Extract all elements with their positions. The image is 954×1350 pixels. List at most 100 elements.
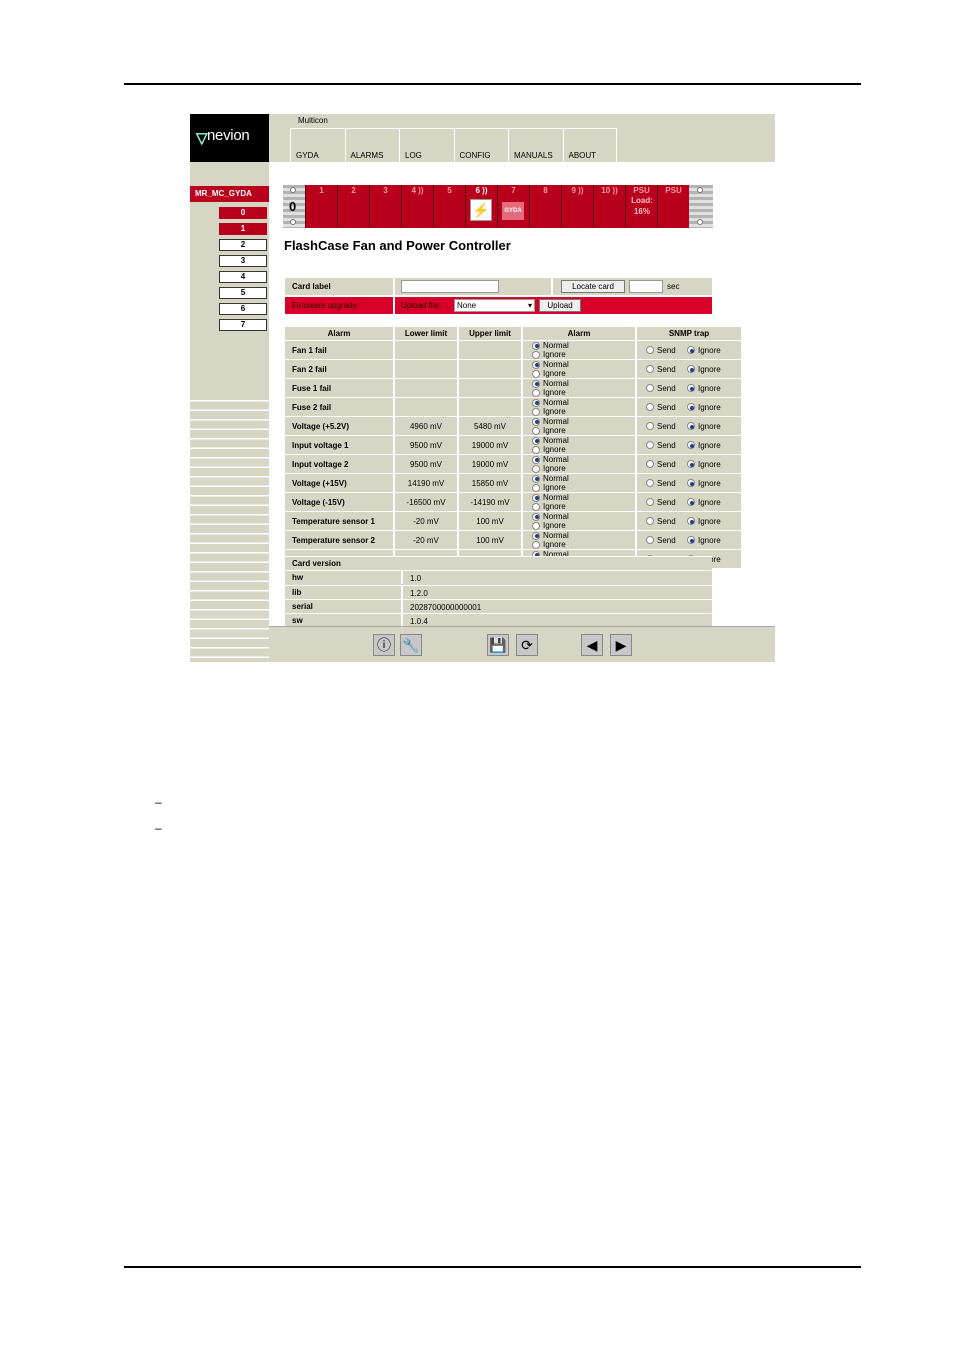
alarm-normal-option[interactable]: Normal <box>523 436 580 445</box>
alarm-ignore-option[interactable]: Ignore <box>523 445 580 454</box>
radio-ignore[interactable] <box>687 517 695 526</box>
radio-send[interactable] <box>646 384 654 393</box>
snmp-send-option[interactable]: Send <box>637 403 687 412</box>
radio-ignore[interactable] <box>532 388 540 397</box>
alarm-normal-option[interactable]: Normal <box>523 512 580 521</box>
frame-slot-psu-2[interactable]: PSU <box>657 185 689 228</box>
snmp-send-option[interactable]: Send <box>637 479 687 488</box>
snmp-ignore-option[interactable]: Ignore <box>687 441 737 450</box>
snmp-send-option[interactable]: Send <box>637 422 687 431</box>
arrow-left-icon[interactable]: ◀ <box>581 634 603 656</box>
alarm-ignore-option[interactable]: Ignore <box>523 502 580 511</box>
snmp-ignore-option[interactable]: Ignore <box>687 517 737 526</box>
sidebar-slot-0[interactable]: 0 <box>219 207 267 219</box>
tab-about[interactable]: ABOUT <box>562 128 617 162</box>
frame-slot-9[interactable]: 9 )) <box>561 185 593 228</box>
alarm-normal-option[interactable]: Normal <box>523 474 580 483</box>
refresh-icon[interactable]: ⟳ <box>516 634 538 656</box>
sidebar-slot-7[interactable]: 7 <box>219 319 267 331</box>
alarm-normal-option[interactable]: Normal <box>523 398 580 407</box>
radio-ignore[interactable] <box>532 445 540 454</box>
frame-slot-5[interactable]: 5 <box>433 185 465 228</box>
alarm-ignore-option[interactable]: Ignore <box>523 350 580 359</box>
radio-ignore[interactable] <box>687 365 695 374</box>
snmp-ignore-option[interactable]: Ignore <box>687 536 737 545</box>
radio-normal[interactable] <box>532 436 540 445</box>
snmp-send-option[interactable]: Send <box>637 460 687 469</box>
upload-file-select[interactable]: None ▾ <box>454 299 535 312</box>
radio-ignore[interactable] <box>687 422 695 431</box>
save-icon[interactable]: 💾 <box>487 634 509 656</box>
snmp-ignore-option[interactable]: Ignore <box>687 365 737 374</box>
radio-ignore[interactable] <box>532 464 540 473</box>
locate-seconds-input[interactable] <box>629 280 663 293</box>
snmp-ignore-option[interactable]: Ignore <box>687 384 737 393</box>
radio-ignore[interactable] <box>687 441 695 450</box>
snmp-ignore-option[interactable]: Ignore <box>687 422 737 431</box>
radio-normal[interactable] <box>532 512 540 521</box>
snmp-send-option[interactable]: Send <box>637 517 687 526</box>
snmp-send-option[interactable]: Send <box>637 346 687 355</box>
alarm-ignore-option[interactable]: Ignore <box>523 521 580 530</box>
alarm-ignore-option[interactable]: Ignore <box>523 540 580 549</box>
snmp-send-option[interactable]: Send <box>637 365 687 374</box>
radio-ignore[interactable] <box>532 540 540 549</box>
frame-slot-8[interactable]: 8 <box>529 185 561 228</box>
radio-ignore[interactable] <box>687 479 695 488</box>
radio-ignore[interactable] <box>532 350 540 359</box>
radio-ignore[interactable] <box>687 346 695 355</box>
sidebar-slot-3[interactable]: 3 <box>219 255 267 267</box>
snmp-ignore-option[interactable]: Ignore <box>687 346 737 355</box>
radio-normal[interactable] <box>532 417 540 426</box>
snmp-send-option[interactable]: Send <box>637 384 687 393</box>
radio-ignore[interactable] <box>687 460 695 469</box>
radio-ignore[interactable] <box>532 502 540 511</box>
radio-normal[interactable] <box>532 341 540 350</box>
frame-slot-3[interactable]: 3 <box>369 185 401 228</box>
radio-send[interactable] <box>646 517 654 526</box>
radio-send[interactable] <box>646 422 654 431</box>
arrow-right-icon[interactable]: ▶ <box>610 634 632 656</box>
frame-slot-10[interactable]: 10 )) <box>593 185 625 228</box>
frame-slot-4[interactable]: 4 )) <box>401 185 433 228</box>
frame-slot-psu-1[interactable]: PSU Load: 16% <box>625 185 657 228</box>
wrench-icon[interactable]: 🔧 <box>400 634 422 656</box>
snmp-ignore-option[interactable]: Ignore <box>687 460 737 469</box>
upload-button[interactable]: Upload <box>539 299 581 312</box>
sidebar-slot-6[interactable]: 6 <box>219 303 267 315</box>
alarm-normal-option[interactable]: Normal <box>523 341 580 350</box>
radio-ignore[interactable] <box>532 407 540 416</box>
radio-send[interactable] <box>646 536 654 545</box>
radio-normal[interactable] <box>532 360 540 369</box>
alarm-ignore-option[interactable]: Ignore <box>523 483 580 492</box>
snmp-send-option[interactable]: Send <box>637 498 687 507</box>
tab-log[interactable]: LOG <box>399 128 454 162</box>
tab-config[interactable]: CONFIG <box>453 128 508 162</box>
snmp-ignore-option[interactable]: Ignore <box>687 498 737 507</box>
card-label-input[interactable] <box>401 280 499 293</box>
snmp-ignore-option[interactable]: Ignore <box>687 403 737 412</box>
radio-send[interactable] <box>646 460 654 469</box>
tab-manuals[interactable]: MANUALS <box>508 128 563 162</box>
radio-ignore[interactable] <box>687 403 695 412</box>
radio-normal[interactable] <box>532 379 540 388</box>
radio-normal[interactable] <box>532 474 540 483</box>
radio-normal[interactable] <box>532 531 540 540</box>
sidebar-slot-1[interactable]: 1 <box>219 223 267 235</box>
locate-card-button[interactable]: Locate card <box>561 280 625 293</box>
radio-ignore[interactable] <box>532 483 540 492</box>
alarm-ignore-option[interactable]: Ignore <box>523 464 580 473</box>
radio-ignore[interactable] <box>532 521 540 530</box>
alarm-ignore-option[interactable]: Ignore <box>523 388 580 397</box>
radio-ignore[interactable] <box>687 498 695 507</box>
alarm-ignore-option[interactable]: Ignore <box>523 407 580 416</box>
radio-normal[interactable] <box>532 398 540 407</box>
radio-send[interactable] <box>646 441 654 450</box>
alarm-ignore-option[interactable]: Ignore <box>523 369 580 378</box>
snmp-ignore-option[interactable]: Ignore <box>687 479 737 488</box>
radio-send[interactable] <box>646 346 654 355</box>
radio-send[interactable] <box>646 498 654 507</box>
alarm-normal-option[interactable]: Normal <box>523 379 580 388</box>
radio-normal[interactable] <box>532 493 540 502</box>
sidebar-slot-2[interactable]: 2 <box>219 239 267 251</box>
